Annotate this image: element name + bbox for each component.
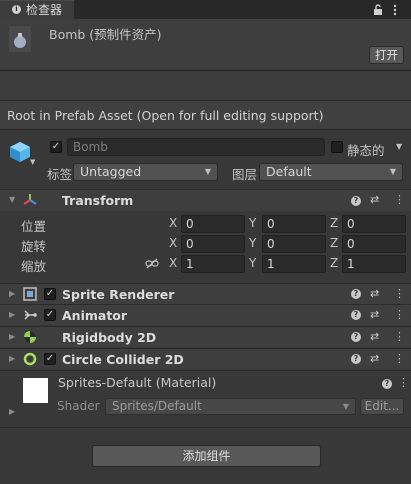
animator-icon [24,310,37,320]
rotation-x-field[interactable]: 0 [181,235,245,253]
help-icon[interactable]: ? [382,379,392,389]
active-checkbox[interactable]: ✓ [50,141,62,153]
scale-x-field[interactable]: 1 [181,255,245,273]
more-icon[interactable]: ⋮ [394,287,405,300]
scale-label: 缩放 [21,259,47,274]
expand-arrow-icon[interactable]: ▶ [9,407,15,416]
circle-collider-enabled-checkbox[interactable]: ✓ [44,353,56,365]
transform-icon [23,194,37,205]
prefab-bomb-icon [9,26,31,52]
divider [0,370,411,371]
expand-arrow-icon[interactable]: ▶ [9,332,15,341]
shader-label: Shader [57,399,100,413]
animator-title: Animator [62,308,128,323]
presets-icon[interactable]: ⇄ [370,193,379,206]
layer-dropdown[interactable]: Default ▼ [259,163,403,181]
scale-z-axis: Z [330,256,339,270]
divider [0,427,411,428]
scale-y-field[interactable]: 1 [262,255,326,273]
presets-icon[interactable]: ⇄ [370,308,379,321]
link-icon[interactable] [145,258,159,269]
circle-collider-title: Circle Collider 2D [62,352,184,367]
help-icon[interactable]: ? [351,310,361,320]
scale-y-axis: Y [249,256,257,270]
tag-value: Untagged [80,164,142,179]
more-icon[interactable]: ⋮ [398,376,409,389]
rotation-x-axis: X [169,236,178,250]
layer-value: Default [266,164,312,179]
object-name-field[interactable]: Bomb [67,138,325,156]
presets-icon[interactable]: ⇄ [370,330,379,343]
shader-edit-button[interactable]: Edit... [360,398,404,415]
help-icon[interactable]: ? [351,354,361,364]
shader-dropdown[interactable]: Sprites/Default ▼ [105,398,356,415]
info-icon: i [12,5,21,14]
help-icon[interactable]: ? [351,289,361,299]
position-y-field[interactable]: 0 [262,215,326,233]
scale-z-field[interactable]: 1 [342,255,406,273]
chevron-down-icon: ▼ [389,167,396,176]
sprite-renderer-enabled-checkbox[interactable]: ✓ [44,288,56,300]
more-icon[interactable]: ⋮ [394,193,405,206]
static-dropdown-arrow[interactable]: ▼ [396,142,402,151]
shader-value: Sprites/Default [112,399,202,413]
presets-icon[interactable]: ⇄ [370,287,379,300]
scale-x-axis: X [169,256,178,270]
more-icon[interactable]: ⋮ [394,330,405,343]
sprite-renderer-icon [23,287,37,301]
material-name: Sprites-Default (Material) [58,375,217,390]
position-x-field[interactable]: 0 [181,215,245,233]
position-z-field[interactable]: 0 [342,215,406,233]
rotation-y-axis: Y [249,236,257,250]
expand-arrow-icon[interactable]: ▶ [9,289,15,298]
gameobject-cube-icon[interactable] [9,141,31,163]
tag-dropdown[interactable]: Untagged ▼ [73,163,218,181]
chevron-down-icon: ▼ [204,167,211,176]
expand-arrow-icon[interactable]: ▶ [9,310,15,319]
rotation-z-field[interactable]: 0 [342,235,406,253]
rigidbody-icon [24,331,36,343]
position-y-axis: Y [249,216,257,230]
rotation-y-field[interactable]: 0 [262,235,326,253]
animator-enabled-checkbox[interactable]: ✓ [44,309,56,321]
tab-label: 检查器 [26,3,63,17]
kebab-menu-icon[interactable] [393,4,397,16]
static-checkbox[interactable] [331,141,343,153]
position-z-axis: Z [330,216,339,230]
static-label: 静态的 [347,143,385,158]
expand-arrow-icon[interactable]: ▶ [9,354,15,363]
asset-name: Bomb (预制件资产) [49,27,162,42]
lock-icon[interactable] [372,3,384,16]
transform-title: Transform [62,193,134,208]
root-notice: Root in Prefab Asset (Open for full edit… [7,108,324,123]
collapse-arrow-icon[interactable]: ▼ [9,195,15,204]
sprite-renderer-title: Sprite Renderer [62,287,175,302]
presets-icon[interactable]: ⇄ [370,352,379,365]
tag-label: 标签 [47,167,73,182]
rotation-z-axis: Z [330,236,339,250]
more-icon[interactable]: ⋮ [394,308,405,321]
layer-label: 图层 [232,167,258,182]
more-icon[interactable]: ⋮ [394,352,405,365]
open-button[interactable]: 打开 [369,46,404,64]
material-preview [23,378,48,403]
add-component-button[interactable]: 添加组件 [92,445,321,467]
position-label: 位置 [21,219,47,234]
circle-collider-icon [23,352,37,366]
rotation-label: 旋转 [21,239,47,254]
position-x-axis: X [169,216,178,230]
help-icon[interactable]: ? [351,332,361,342]
icon-dropdown-arrow[interactable]: ▼ [30,158,35,166]
help-icon[interactable]: ? [351,196,361,206]
header-divider [0,70,411,100]
rigidbody-title: Rigidbody 2D [62,330,157,345]
chevron-down-icon: ▼ [342,402,349,411]
